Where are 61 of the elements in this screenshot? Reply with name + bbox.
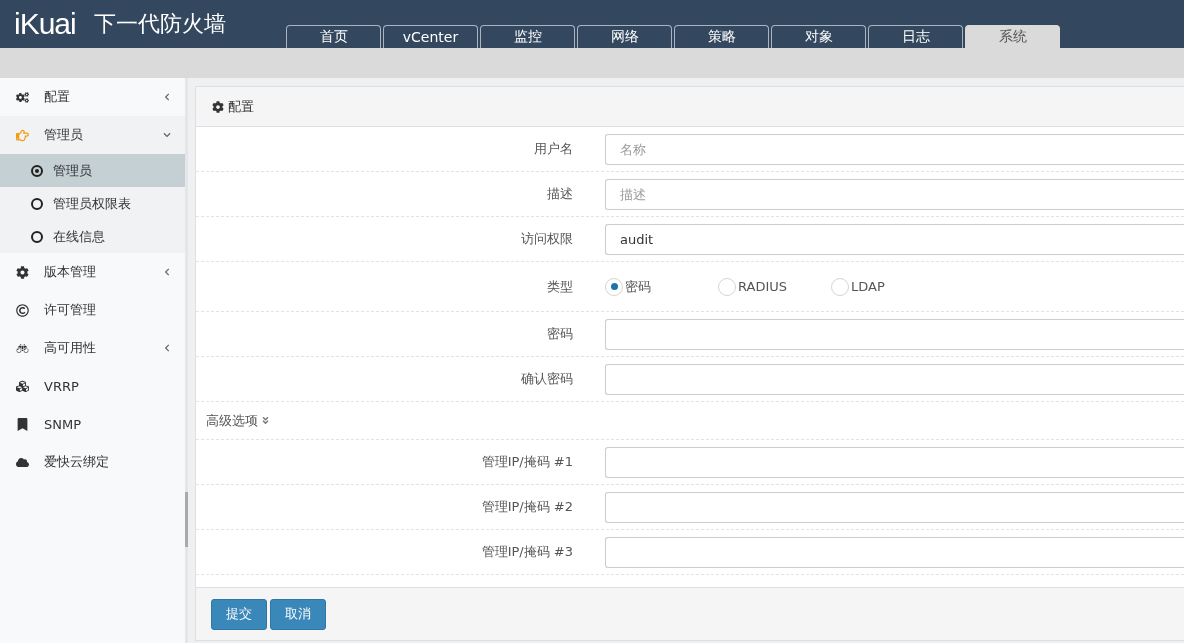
sidebar-item[interactable]: 配置 bbox=[0, 78, 185, 116]
double-chevron-down-icon bbox=[261, 416, 270, 425]
input-field[interactable] bbox=[605, 536, 1184, 568]
radio-option[interactable]: 密码 bbox=[605, 277, 700, 296]
logo: iKuai bbox=[14, 7, 76, 41]
input-field[interactable] bbox=[605, 363, 1184, 395]
nav-tab[interactable]: 日志 bbox=[868, 25, 963, 48]
field-label: 访问权限 bbox=[520, 230, 574, 248]
hand-pointer-icon bbox=[14, 128, 30, 142]
field-label: 类型 bbox=[546, 277, 574, 296]
gears-icon bbox=[14, 90, 30, 104]
input-field[interactable] bbox=[605, 446, 1184, 478]
chevron-down-icon bbox=[163, 131, 171, 139]
sidebar-subitem[interactable]: 在线信息 bbox=[0, 220, 185, 253]
field-label: 描述 bbox=[546, 185, 574, 203]
nav-tab[interactable]: 监控 bbox=[480, 25, 575, 48]
field-label: 确认密码 bbox=[520, 370, 574, 388]
nav-tab[interactable]: 首页 bbox=[286, 25, 381, 48]
gear-icon bbox=[14, 265, 30, 279]
binoculars-icon bbox=[14, 341, 30, 355]
cubes-icon bbox=[14, 379, 30, 393]
cancel-button[interactable]: 取消 bbox=[270, 598, 326, 630]
circle-icon bbox=[31, 197, 43, 210]
submit-button[interactable]: 提交 bbox=[211, 598, 267, 630]
app-title: 下一代防火墙 bbox=[93, 10, 226, 38]
nav-tab[interactable]: 系统 bbox=[965, 25, 1060, 48]
cloud-icon bbox=[14, 455, 30, 469]
input-field[interactable]: 描述 bbox=[605, 178, 1184, 210]
field-label: 管理IP/掩码 #1 bbox=[480, 453, 574, 471]
advanced-options-toggle[interactable]: 高级选项 bbox=[196, 402, 1184, 440]
sidebar-item[interactable]: 管理员 bbox=[0, 116, 185, 154]
field-label: 密码 bbox=[546, 325, 574, 343]
nav-tab[interactable]: vCenter bbox=[383, 25, 478, 48]
sidebar-item[interactable]: 许可管理 bbox=[0, 291, 185, 329]
radio-option[interactable]: RADIUS bbox=[718, 277, 813, 296]
field-label: 管理IP/掩码 #3 bbox=[480, 543, 574, 561]
circle-icon bbox=[31, 164, 43, 177]
nav-tab[interactable]: 策略 bbox=[674, 25, 769, 48]
input-field[interactable] bbox=[605, 318, 1184, 350]
sidebar-item[interactable]: 爱快云绑定 bbox=[0, 443, 185, 481]
sidebar-item[interactable]: VRRP bbox=[0, 367, 185, 405]
input-field[interactable] bbox=[605, 491, 1184, 523]
radio-option[interactable]: LDAP bbox=[831, 277, 926, 296]
input-field[interactable]: audit bbox=[605, 223, 1184, 255]
nav-tab[interactable]: 网络 bbox=[577, 25, 672, 48]
panel-title: 配置 bbox=[228, 97, 254, 116]
sidebar-item[interactable]: 版本管理 bbox=[0, 253, 185, 291]
copyright-icon bbox=[14, 303, 30, 317]
field-label: 管理IP/掩码 #2 bbox=[480, 498, 574, 516]
nav-tab[interactable]: 对象 bbox=[771, 25, 866, 48]
sidebar-subitem[interactable]: 管理员 bbox=[0, 154, 185, 187]
sidebar-subitem[interactable]: 管理员权限表 bbox=[0, 187, 185, 220]
input-field[interactable]: 名称 bbox=[605, 133, 1184, 165]
chevron-left-icon bbox=[163, 268, 171, 276]
sidebar-item[interactable]: SNMP bbox=[0, 405, 185, 443]
chevron-left-icon bbox=[163, 344, 171, 352]
field-label: 用户名 bbox=[533, 140, 574, 158]
circle-icon bbox=[31, 230, 43, 243]
chevron-left-icon bbox=[163, 93, 171, 101]
gear-icon bbox=[212, 100, 224, 113]
sidebar-item[interactable]: 高可用性 bbox=[0, 329, 185, 367]
